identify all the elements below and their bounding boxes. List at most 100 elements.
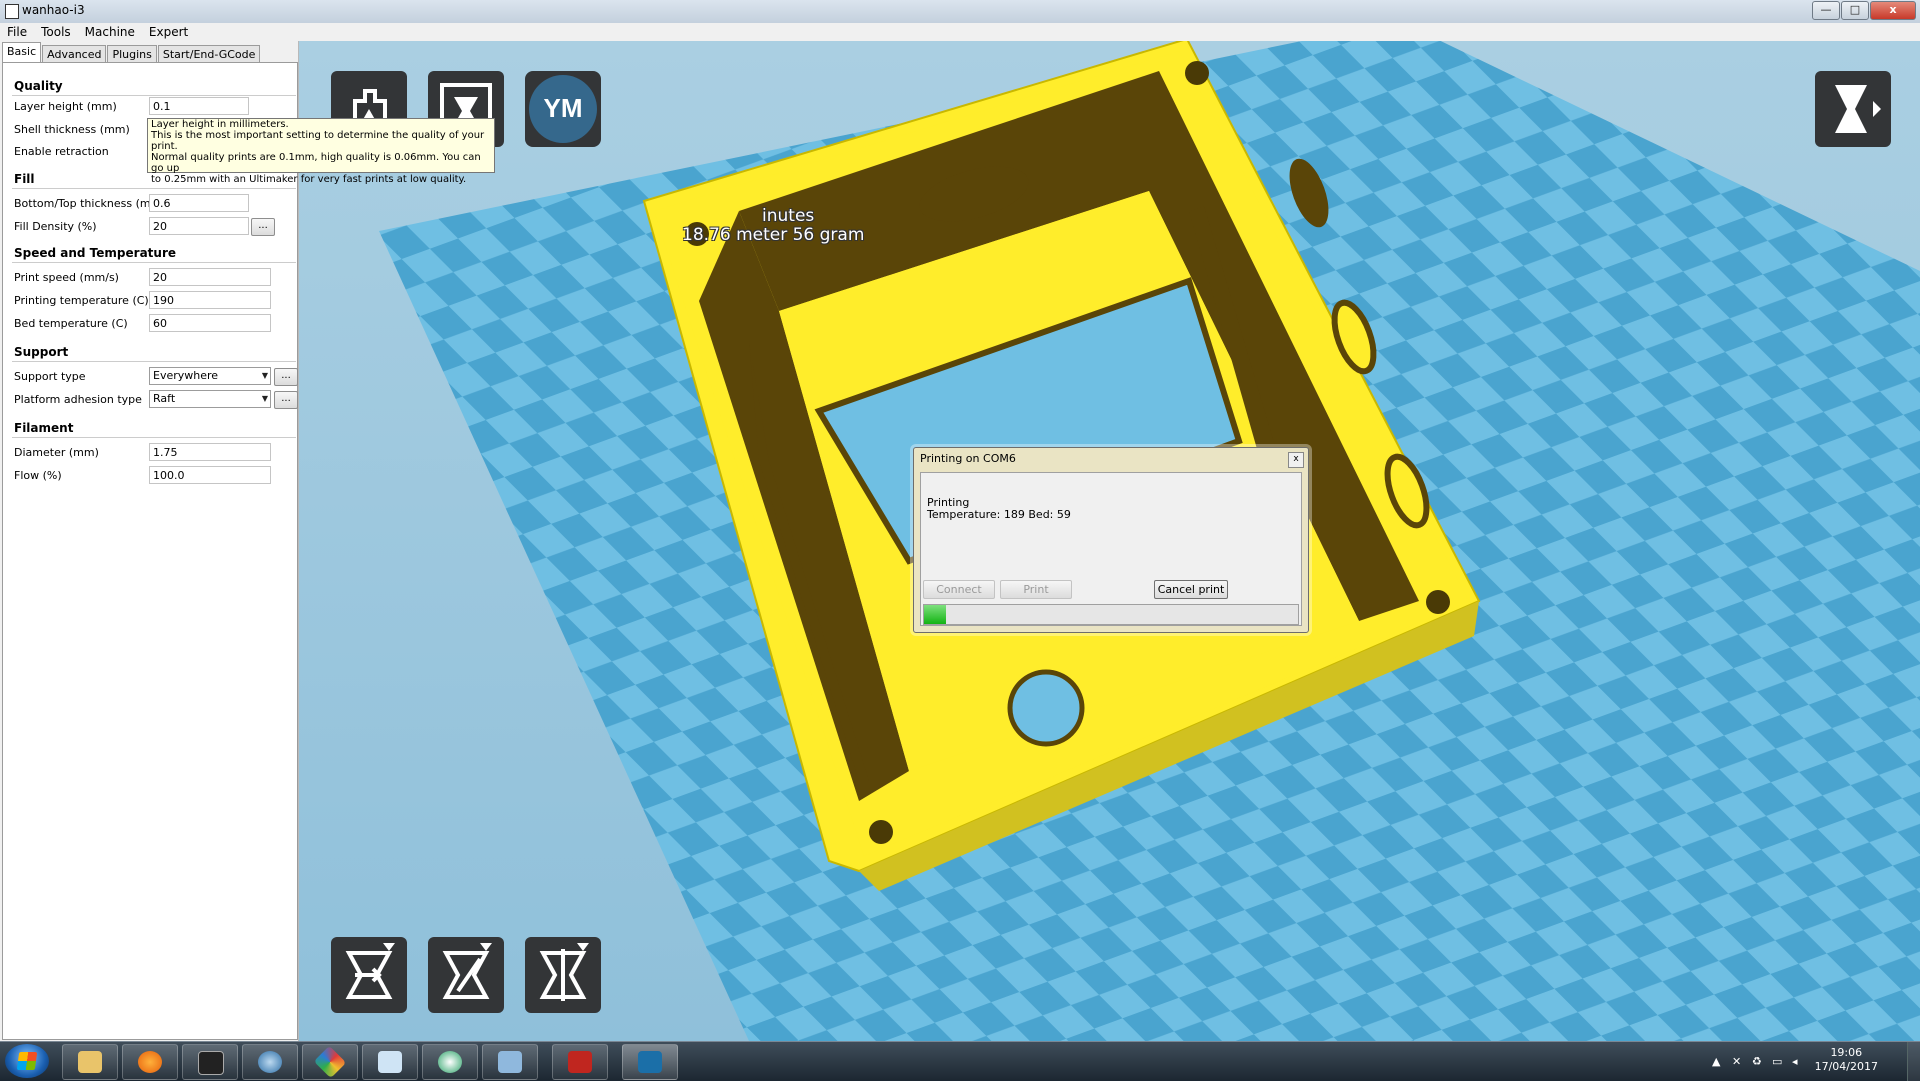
terminal-icon: [198, 1051, 224, 1075]
support-type-more-button[interactable]: ...: [274, 368, 298, 386]
divider: [12, 188, 296, 189]
taskbar-cura[interactable]: [622, 1044, 678, 1080]
print-stats: inutes 18.76 meter 56 gram: [682, 207, 864, 245]
print-time-text: inutes: [762, 206, 815, 226]
network-icon[interactable]: ✕: [1732, 1055, 1744, 1068]
fill-density-field[interactable]: 20: [149, 217, 249, 235]
youmagine-button[interactable]: YM: [525, 71, 601, 147]
platform-adhesion-label: Platform adhesion type: [14, 393, 142, 406]
layer-height-label: Layer height (mm): [14, 100, 117, 113]
support-type-select[interactable]: Everywhere ▼: [149, 367, 271, 385]
maximize-button[interactable]: □: [1841, 1, 1869, 20]
bottom-top-thickness-field[interactable]: 0.6: [149, 194, 249, 212]
settings-panel: Basic Advanced Plugins Start/End-GCode Q…: [0, 41, 299, 1041]
clock-time: 19:06: [1830, 1046, 1863, 1059]
show-desktop-button[interactable]: [1907, 1042, 1920, 1081]
print-button[interactable]: Print: [1000, 580, 1072, 599]
platform-adhesion-more-button[interactable]: ...: [274, 391, 298, 409]
windows-logo-icon: [16, 1052, 38, 1070]
rotate-icon: [345, 943, 395, 999]
divider: [12, 361, 296, 362]
diameter-label: Diameter (mm): [14, 446, 99, 459]
printing-temperature-label: Printing temperature (C): [14, 294, 149, 307]
taskbar-explorer[interactable]: [62, 1044, 118, 1080]
menu-expert[interactable]: Expert: [142, 23, 195, 41]
filezilla-icon: [568, 1051, 592, 1073]
connect-button[interactable]: Connect: [923, 580, 995, 599]
monitor-icon[interactable]: ▭: [1772, 1055, 1784, 1068]
divider: [12, 437, 296, 438]
taskbar-control-panel[interactable]: [482, 1044, 538, 1080]
enable-retraction-label: Enable retraction: [14, 145, 109, 158]
flow-label: Flow (%): [14, 469, 62, 482]
scale-icon: [442, 943, 492, 999]
atom-icon: [438, 1051, 462, 1073]
app-icon: [5, 4, 19, 19]
layer-height-tooltip: Layer height in millimeters. This is the…: [147, 118, 495, 185]
printing-temperature-field[interactable]: 190: [149, 291, 271, 309]
tooltip-line: Normal quality prints are 0.1mm, high qu…: [151, 152, 481, 174]
menu-tools[interactable]: Tools: [34, 23, 78, 41]
scale-button[interactable]: [428, 937, 504, 1013]
fill-density-label: Fill Density (%): [14, 220, 97, 233]
temperature-text: Temperature: 189 Bed: 59: [927, 508, 1071, 521]
taskbar: ▲ ✕ ♻ ▭ ◂ 19:06 17/04/2017: [0, 1041, 1920, 1081]
support-type-label: Support type: [14, 370, 86, 383]
start-button[interactable]: [5, 1044, 49, 1078]
print-speed-field[interactable]: 20: [149, 268, 271, 286]
fill-density-more-button[interactable]: ...: [251, 218, 275, 236]
view-mode-button[interactable]: [1815, 71, 1891, 147]
taskbar-filezilla[interactable]: [552, 1044, 608, 1080]
tooltip-line: Layer height in millimeters.: [151, 119, 289, 130]
youmagine-label: YM: [543, 93, 583, 123]
minimize-button[interactable]: —: [1812, 1, 1840, 20]
chevron-down-icon: ▼: [261, 394, 268, 403]
view-mode-icon: [1835, 85, 1881, 133]
app-icon: [313, 1045, 347, 1079]
taskbar-firefox[interactable]: [122, 1044, 178, 1080]
divider: [12, 95, 296, 96]
mirror-button[interactable]: [525, 937, 601, 1013]
taskbar-terminal[interactable]: [182, 1044, 238, 1080]
menu-file[interactable]: File: [0, 23, 34, 41]
platform-adhesion-value: Raft: [153, 392, 176, 405]
recycle-icon[interactable]: ♻: [1752, 1055, 1764, 1068]
tab-basic[interactable]: Basic: [2, 42, 42, 64]
cancel-print-button[interactable]: Cancel print: [1154, 580, 1228, 599]
folder-icon: [78, 1051, 102, 1073]
layer-height-field[interactable]: 0.1: [149, 97, 249, 115]
dialog-body: Printing Temperature: 189 Bed: 59 Connec…: [920, 472, 1302, 626]
settings-body: Quality Layer height (mm) 0.1 Shell thic…: [2, 62, 298, 1040]
print-progress-bar: [923, 604, 1299, 625]
dialog-close-button[interactable]: x: [1288, 452, 1304, 468]
taskbar-notepad[interactable]: [362, 1044, 418, 1080]
firefox-icon: [138, 1051, 162, 1073]
close-button[interactable]: x: [1870, 1, 1916, 20]
bottom-top-thickness-label: Bottom/Top thickness (mm): [14, 197, 166, 210]
taskbar-thunderbird[interactable]: [242, 1044, 298, 1080]
clock[interactable]: 19:06 17/04/2017: [1815, 1046, 1878, 1074]
chevron-down-icon: ▼: [261, 371, 268, 380]
progress-fill: [924, 605, 947, 624]
taskbar-app[interactable]: [302, 1044, 358, 1080]
print-speed-label: Print speed (mm/s): [14, 271, 119, 284]
menu-bar: File Tools Machine Expert: [0, 23, 1920, 41]
platform-adhesion-select[interactable]: Raft ▼: [149, 390, 271, 408]
section-fill-title: Fill: [14, 172, 35, 186]
flow-field[interactable]: 100.0: [149, 466, 271, 484]
volume-icon[interactable]: ◂: [1792, 1055, 1804, 1068]
system-tray: ▲ ✕ ♻ ▭ ◂ 19:06 17/04/2017: [1700, 1042, 1920, 1081]
dialog-title: Printing on COM6: [920, 452, 1016, 465]
mail-icon: [258, 1051, 282, 1073]
menu-machine[interactable]: Machine: [78, 23, 142, 41]
divider: [12, 262, 296, 263]
section-speed-title: Speed and Temperature: [14, 246, 176, 260]
taskbar-atom[interactable]: [422, 1044, 478, 1080]
diameter-field[interactable]: 1.75: [149, 443, 271, 461]
tray-expand-icon[interactable]: ▲: [1712, 1055, 1724, 1068]
bed-temperature-field[interactable]: 60: [149, 314, 271, 332]
tooltip-line: to 0.25mm with an Ultimaker for very fas…: [151, 174, 467, 185]
rotate-button[interactable]: [331, 937, 407, 1013]
mirror-icon: [539, 943, 589, 1001]
filament-usage-text: 18.76 meter 56 gram: [682, 225, 865, 245]
